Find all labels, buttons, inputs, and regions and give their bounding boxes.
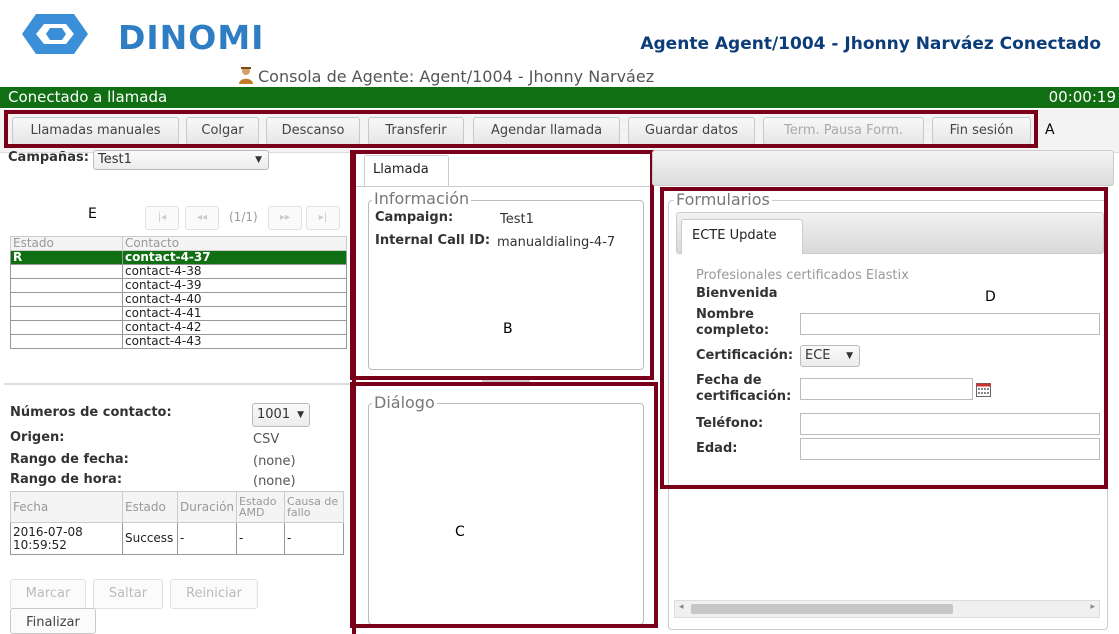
annotation-box-c <box>350 382 658 628</box>
logo-text: DINOMI <box>118 18 265 57</box>
dinomi-logo: DINOMI <box>22 10 263 58</box>
annotation-box-a <box>4 110 1038 148</box>
console-title: Consola de Agente: Agent/1004 - Jhonny N… <box>258 67 655 86</box>
call-timer: 00:00:19 <box>1048 88 1116 106</box>
forms-tab-strip <box>652 150 1114 186</box>
scrollbar-thumb[interactable] <box>691 604 953 614</box>
annotation-box-b <box>350 150 654 380</box>
scroll-right-icon[interactable]: ▸ <box>1090 602 1095 612</box>
annotation-box-d <box>660 187 1108 489</box>
horizontal-scrollbar[interactable]: ◂ ▸ <box>674 600 1100 618</box>
annotation-label-a: A <box>1045 122 1055 138</box>
logo-hexagon-icon <box>22 14 88 54</box>
scroll-left-icon[interactable]: ◂ <box>679 602 684 612</box>
agent-status-title: Agente Agent/1004 - Jhonny Narváez Conec… <box>640 34 1101 54</box>
agent-person-icon <box>238 66 254 84</box>
call-status-bar: Conectado a llamada 00:00:19 <box>0 87 1119 108</box>
annotation-box-e <box>0 150 356 634</box>
annotation-label-c: C <box>455 524 465 540</box>
annotation-label-b: B <box>503 321 513 337</box>
call-status-text: Conectado a llamada <box>8 88 168 106</box>
